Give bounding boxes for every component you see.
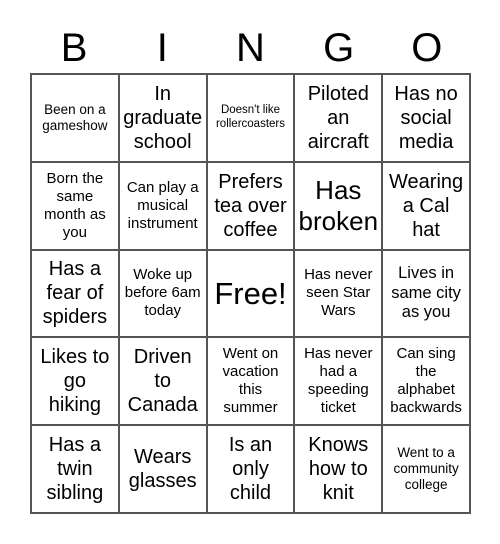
cell-text: Prefers tea over coffee: [214, 170, 287, 241]
cell-text: Is an only child: [228, 434, 273, 505]
bingo-cell[interactable]: Driven to Canada: [118, 337, 207, 426]
header-letter-o: O: [411, 26, 443, 70]
cell-text: Has a fear of spiders: [42, 258, 108, 329]
bingo-cell[interactable]: Can sing the alphabet backwards: [382, 337, 470, 426]
cell-text: Went to a community college: [393, 444, 459, 493]
bingo-header: BINGO: [30, 24, 471, 72]
bingo-cell[interactable]: Can play a musical instrument: [118, 161, 207, 250]
cell-text: Went on vacation this summer: [222, 345, 279, 417]
bingo-cell[interactable]: Knows how to knit: [294, 425, 383, 513]
bingo-cell[interactable]: Lives in same city as you: [382, 249, 470, 338]
cell-text: Free!: [214, 275, 287, 311]
bingo-cell[interactable]: Has broken: [294, 161, 383, 250]
bingo-cell[interactable]: Has a fear of spiders: [31, 249, 119, 338]
bingo-cell[interactable]: Doesn't like rollercoasters: [206, 74, 295, 162]
bingo-cell[interactable]: Has never seen Star Wars: [294, 249, 383, 338]
cell-text: Likes to go hiking: [40, 346, 110, 417]
bingo-grid: Been on a gameshow In graduate school Does…: [30, 73, 471, 514]
bingo-cell[interactable]: Born the same month as you: [31, 161, 119, 250]
bingo-cell[interactable]: Wears glasses: [118, 425, 207, 513]
bingo-cell[interactable]: Wearing a Cal hat: [382, 161, 470, 250]
bingo-cell[interactable]: In graduate school: [118, 74, 207, 162]
cell-text: Can play a musical instrument: [126, 178, 199, 232]
free-space-cell[interactable]: Free!: [206, 249, 295, 338]
header-letter-g: G: [323, 26, 355, 70]
header-letter-n: N: [236, 26, 265, 70]
header-letter-b: B: [60, 26, 88, 70]
cell-text: Has never seen Star Wars: [304, 266, 373, 320]
cell-text: Wears glasses: [128, 446, 197, 493]
cell-text: Knows how to knit: [308, 434, 369, 505]
bingo-cell[interactable]: Has a twin sibling: [31, 425, 119, 513]
cell-text: Been on a gameshow: [42, 101, 108, 133]
header-letter-i: I: [156, 26, 168, 70]
cell-text: Has a twin sibling: [46, 434, 104, 505]
cell-text: Lives in same city as you: [391, 263, 461, 322]
bingo-cell[interactable]: Piloted an aircraft: [294, 74, 383, 162]
cell-text: Piloted an aircraft: [307, 82, 369, 153]
cell-text: Doesn't like rollercoasters: [215, 104, 285, 130]
cell-text: Born the same month as you: [44, 169, 106, 241]
bingo-cell[interactable]: Been on a gameshow: [31, 74, 119, 162]
bingo-cell[interactable]: Has no social media: [382, 74, 470, 162]
cell-text: Has broken: [298, 174, 379, 236]
cell-text: Driven to Canada: [127, 346, 198, 417]
cell-text: Can sing the alphabet backwards: [390, 345, 462, 417]
bingo-cell[interactable]: Went to a community college: [382, 425, 470, 513]
bingo-cell[interactable]: Has never had a speeding ticket: [294, 337, 383, 426]
bingo-cell[interactable]: Went on vacation this summer: [206, 337, 295, 426]
cell-text: Woke up before 6am today: [124, 266, 201, 320]
cell-text: Wearing a Cal hat: [389, 170, 464, 241]
bingo-cell[interactable]: Likes to go hiking: [31, 337, 119, 426]
cell-text: Has no social media: [394, 82, 458, 153]
cell-text: In graduate school: [123, 82, 203, 153]
bingo-cell[interactable]: Is an only child: [206, 425, 295, 513]
bingo-cell[interactable]: Prefers tea over coffee: [206, 161, 295, 250]
cell-text: Has never had a speeding ticket: [304, 345, 373, 417]
bingo-cell[interactable]: Woke up before 6am today: [118, 249, 207, 338]
